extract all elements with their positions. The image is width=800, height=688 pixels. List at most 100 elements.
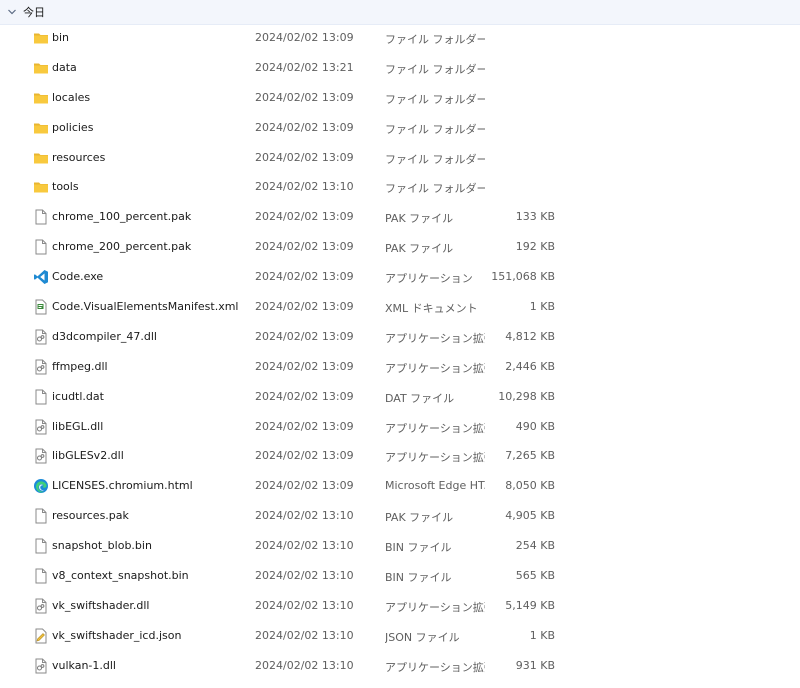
file-row[interactable]: data 2024/02/02 13:21 ファイル フォルダー [0,53,800,83]
file-icon [33,209,49,225]
dll-file-icon [33,329,49,345]
file-name: resources [52,150,106,164]
date-modified: 2024/02/02 13:09 [255,90,354,104]
date-modified: 2024/02/02 13:09 [255,329,354,343]
date-modified: 2024/02/02 13:21 [255,60,354,74]
file-type: BIN ファイル [385,571,452,585]
file-row[interactable]: Code.VisualElementsManifest.xml 2024/02/0… [0,292,800,322]
date-modified: 2024/02/02 13:10 [255,539,354,553]
date-modified: 2024/02/02 13:09 [255,120,354,134]
file-type: DAT ファイル [385,391,455,405]
file-size: 151,068 KB [491,270,555,284]
chevron-down-icon[interactable] [5,5,19,19]
file-type: JSON ファイル [385,630,460,644]
folder-icon [33,179,49,195]
group-title: 今日 [23,6,45,19]
file-size: 4,905 KB [505,509,555,523]
file-list: bin 2024/02/02 13:09 ファイル フォルダー data 2024/02… [0,23,800,681]
file-name: resources.pak [52,509,129,523]
file-name: v8_context_snapshot.bin [52,569,189,583]
file-name: Code.exe [52,270,104,284]
file-row[interactable]: resources.pak 2024/02/02 13:10 PAK ファイル 4,9… [0,501,800,531]
date-modified: 2024/02/02 13:09 [255,240,354,254]
file-size: 5,149 KB [505,598,555,612]
file-row[interactable]: vk_swiftshader_icd.json 2024/02/02 13:10 J… [0,621,800,651]
file-row[interactable]: v8_context_snapshot.bin 2024/02/02 13:10 B… [0,561,800,591]
file-row[interactable]: Code.exe 2024/02/02 13:09 アプリケーション 151,068 … [0,262,800,292]
file-type: アプリケーション拡張 [385,451,485,465]
file-type: ファイル フォルダー [385,33,485,46]
file-row[interactable]: chrome_200_percent.pak 2024/02/02 13:09 PA… [0,232,800,262]
file-row[interactable]: chrome_100_percent.pak 2024/02/02 13:09 PA… [0,202,800,232]
file-name: snapshot_blob.bin [52,539,152,553]
file-row[interactable]: LICENSES.chromium.html 2024/02/02 13:09 Mi… [0,471,800,501]
file-row[interactable]: policies 2024/02/02 13:09 ファイル フォルダー [0,113,800,143]
file-size: 7,265 KB [505,449,555,463]
file-row[interactable]: bin 2024/02/02 13:09 ファイル フォルダー [0,23,800,53]
file-type: Microsoft Edge HT... [385,479,485,493]
file-icon [33,508,49,524]
file-name: d3dcompiler_47.dll [52,329,157,343]
file-name: vulkan-1.dll [52,658,116,672]
file-type: XML ドキュメント [385,302,478,316]
dll-file-icon [33,419,49,435]
file-type: アプリケーション拡張 [385,331,485,345]
file-type: ファイル フォルダー [385,92,485,106]
xml-file-icon [33,299,49,315]
file-row[interactable]: ffmpeg.dll 2024/02/02 13:09 アプリケーション拡張 2,44… [0,352,800,382]
file-row[interactable]: resources 2024/02/02 13:09 ファイル フォルダー [0,143,800,173]
date-modified: 2024/02/02 13:09 [255,31,354,44]
file-type: アプリケーション拡張 [385,421,485,435]
folder-icon [33,120,49,136]
date-modified: 2024/02/02 13:09 [255,150,354,164]
file-row[interactable]: libEGL.dll 2024/02/02 13:09 アプリケーション拡張 490 … [0,412,800,442]
file-size: 931 KB [515,658,555,672]
file-size: 254 KB [515,539,555,553]
file-row[interactable]: vulkan-1.dll 2024/02/02 13:10 アプリケーション拡張 93… [0,651,800,681]
dll-file-icon [33,658,49,674]
date-modified: 2024/02/02 13:09 [255,300,354,314]
date-modified: 2024/02/02 13:09 [255,210,354,224]
edge-icon [33,478,49,494]
file-name: vk_swiftshader.dll [52,598,150,612]
file-size: 1 KB [529,628,555,642]
file-name: ffmpeg.dll [52,359,108,373]
file-icon [33,239,49,255]
date-modified: 2024/02/02 13:09 [255,479,354,493]
file-icon [33,568,49,584]
file-type: アプリケーション拡張 [385,600,485,614]
date-modified: 2024/02/02 13:10 [255,180,354,194]
vscode-icon [33,269,49,285]
file-row[interactable]: d3dcompiler_47.dll 2024/02/02 13:09 アプリケーシ… [0,322,800,352]
file-name: vk_swiftshader_icd.json [52,628,182,642]
dll-file-icon [33,598,49,614]
file-type: ファイル フォルダー [385,152,485,166]
file-row[interactable]: vk_swiftshader.dll 2024/02/02 13:10 アプリケーシ… [0,591,800,621]
date-modified: 2024/02/02 13:09 [255,270,354,284]
file-type: ファイル フォルダー [385,62,485,76]
file-name: data [52,60,77,74]
file-icon [33,538,49,554]
date-modified: 2024/02/02 13:10 [255,658,354,672]
file-type: アプリケーション拡張 [385,361,485,375]
file-size: 490 KB [515,419,555,433]
file-size: 8,050 KB [505,479,555,493]
file-type: PAK ファイル [385,242,454,256]
file-row[interactable]: libGLESv2.dll 2024/02/02 13:09 アプリケーション拡張 7… [0,441,800,471]
file-type: アプリケーション [385,272,473,286]
file-row[interactable]: snapshot_blob.bin 2024/02/02 13:10 BIN ファイ… [0,531,800,561]
file-size: 192 KB [515,240,555,254]
file-name: bin [52,31,70,44]
file-name: chrome_100_percent.pak [52,210,192,224]
dll-file-icon [33,448,49,464]
file-size: 1 KB [529,300,555,314]
date-modified: 2024/02/02 13:09 [255,449,354,463]
file-row[interactable]: locales 2024/02/02 13:09 ファイル フォルダー [0,83,800,113]
file-name: icudtl.dat [52,389,104,403]
file-row[interactable]: tools 2024/02/02 13:10 ファイル フォルダー [0,172,800,202]
group-header-today[interactable]: 今日 [0,0,800,25]
file-row[interactable]: icudtl.dat 2024/02/02 13:09 DAT ファイル 10,298… [0,382,800,412]
date-modified: 2024/02/02 13:10 [255,569,354,583]
date-modified: 2024/02/02 13:09 [255,359,354,373]
folder-icon [33,90,49,106]
